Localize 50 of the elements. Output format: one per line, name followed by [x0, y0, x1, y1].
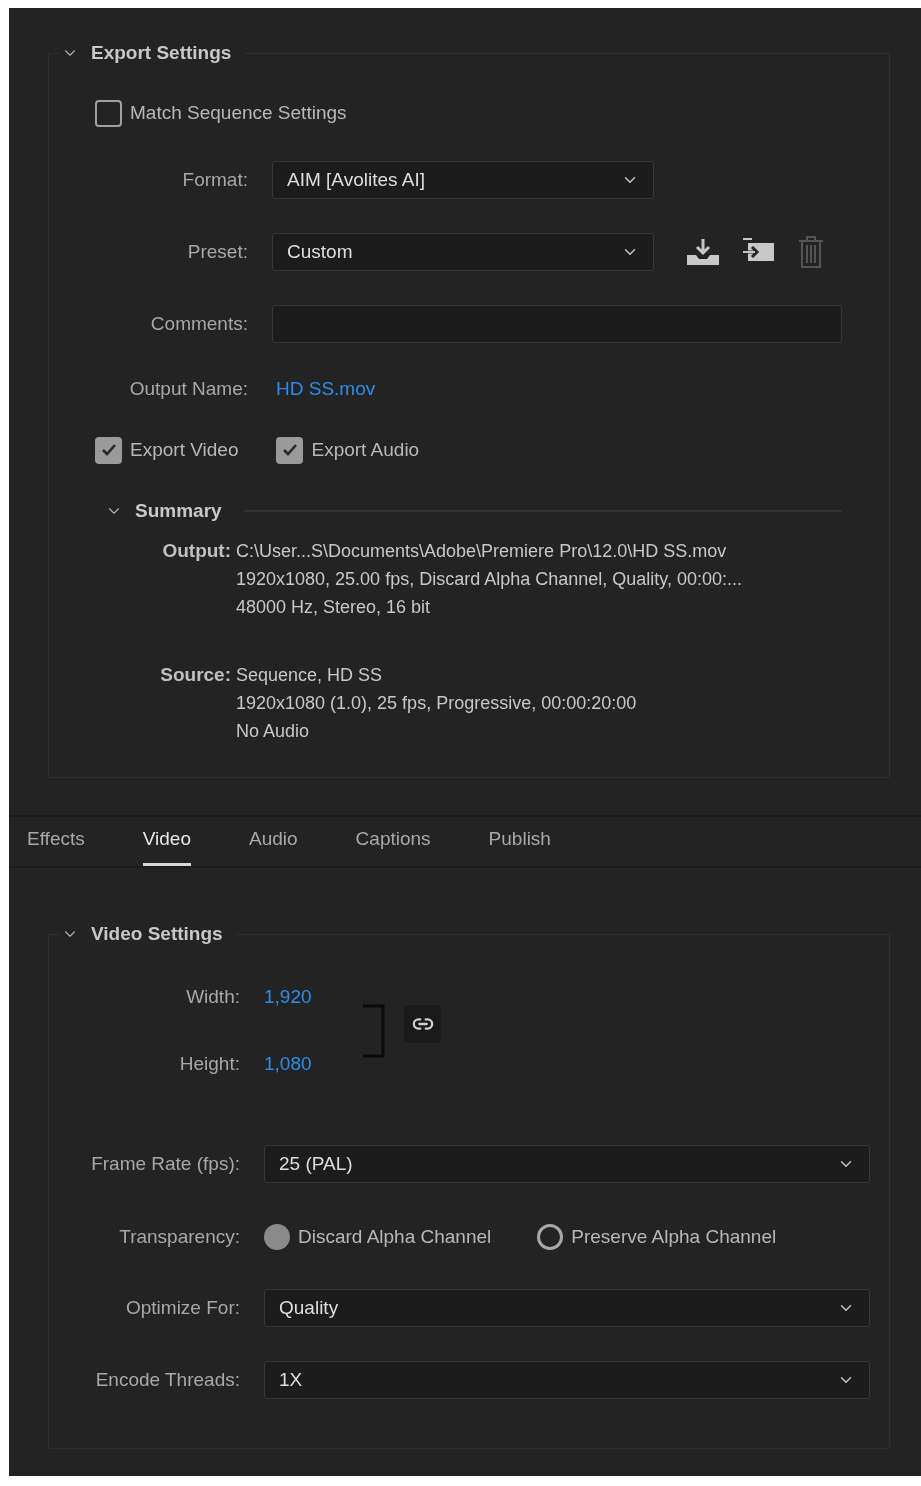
height-value[interactable]: 1,080 — [264, 1049, 336, 1079]
output-name-link[interactable]: HD SS.mov — [276, 374, 376, 404]
summary-label: Output: — [161, 539, 231, 563]
dropdown[interactable]: 25 (PAL) — [264, 1145, 870, 1183]
summary-line: 1920x1080, 25.00 fps, Discard Alpha Channel, Quality, 00:00:... — [236, 568, 742, 591]
radio-button[interactable] — [537, 1224, 564, 1250]
download-icon[interactable] — [686, 238, 720, 266]
dropdown[interactable]: Quality — [264, 1289, 870, 1327]
dropdown[interactable]: Custom — [272, 233, 654, 271]
section-title: Video Settings — [91, 921, 223, 946]
checkbox-label: Export Video — [130, 437, 239, 462]
checkbox[interactable] — [276, 436, 304, 464]
tab[interactable]: Effects — [27, 822, 85, 866]
tab[interactable]: Video — [142, 822, 191, 866]
summary-line: 1920x1080 (1.0), 25 fps, Progressive, 00:00:20:00 — [236, 692, 637, 715]
checkbox[interactable] — [95, 436, 122, 464]
comments-field[interactable] — [272, 305, 842, 343]
bracket-icon — [362, 1003, 386, 1058]
summary-line: 48000 Hz, Stereo, 16 bit — [236, 596, 432, 619]
tab[interactable]: Audio — [249, 822, 298, 866]
dropdown[interactable]: 1X — [264, 1361, 870, 1399]
field-label: Output Name: — [128, 376, 248, 401]
field-label: Transparency: — [118, 1224, 240, 1249]
field-label: Format: — [181, 167, 248, 192]
radio-button[interactable] — [264, 1224, 290, 1250]
tab[interactable]: Publish — [488, 822, 551, 866]
summary-title: Summary — [135, 498, 222, 523]
summary-line: C:\User...S\Documents\Adobe\Premiere Pro\12.0\HD SS.mov — [236, 540, 728, 563]
field-label: Frame Rate (fps): — [90, 1151, 240, 1176]
checkbox[interactable] — [95, 99, 122, 127]
field-label: Encode Threads: — [94, 1367, 240, 1392]
check-icon — [281, 443, 298, 457]
tab[interactable]: Captions — [355, 822, 431, 866]
checkbox-label: Export Audio — [311, 437, 420, 462]
field-label: Comments: — [149, 311, 248, 336]
link-button[interactable] — [404, 1004, 441, 1043]
field-label: Height: — [178, 1051, 240, 1076]
summary-label: Source: — [159, 663, 231, 687]
dropdown[interactable]: AIM [Avolites AI] — [272, 161, 654, 199]
width-value[interactable]: 1,920 — [264, 982, 336, 1012]
radio-label: Discard Alpha Channel — [298, 1224, 492, 1249]
section-title: Export Settings — [91, 40, 232, 65]
check-icon — [100, 443, 117, 457]
field-label: Optimize For: — [124, 1295, 240, 1320]
field-label: Width: — [185, 984, 240, 1009]
field-label: Preset: — [186, 239, 248, 264]
summary-line: No Audio — [236, 720, 311, 743]
summary-line: Sequence, HD SS — [236, 664, 384, 687]
checkbox-label: Match Sequence Settings — [130, 100, 347, 125]
radio-label: Preserve Alpha Channel — [571, 1224, 777, 1249]
